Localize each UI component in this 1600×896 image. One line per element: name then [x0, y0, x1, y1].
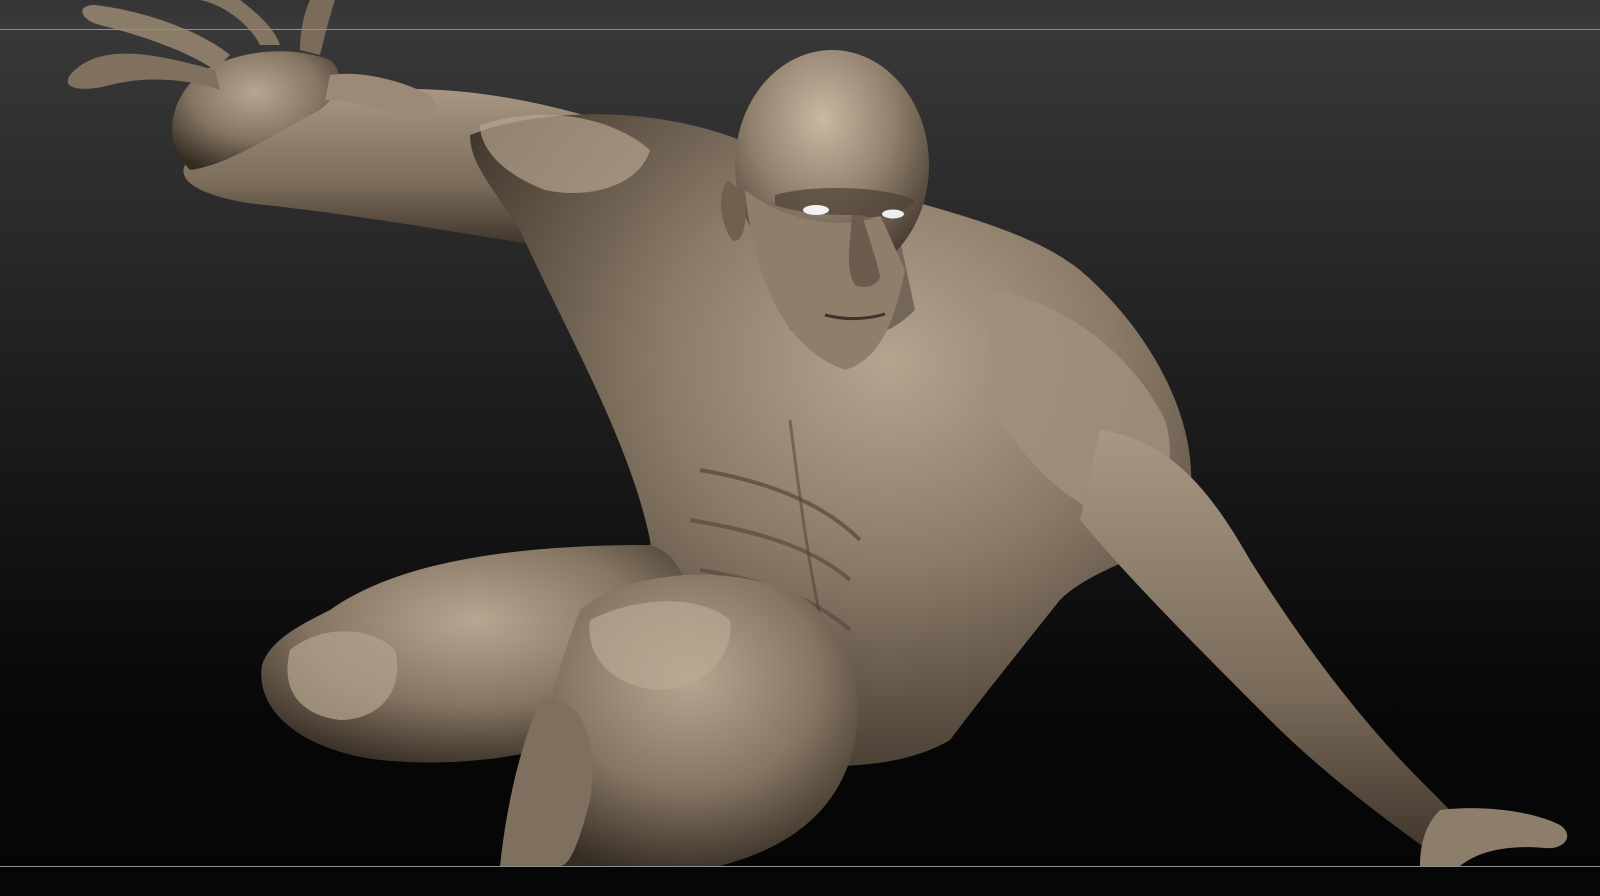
sculpt-viewport[interactable] — [0, 0, 1600, 896]
right-arm — [1080, 430, 1568, 866]
frame-line-bottom — [0, 866, 1600, 867]
frame-line-top — [0, 29, 1600, 30]
right-eye — [882, 209, 904, 219]
sculpted-figure-model[interactable] — [0, 0, 1600, 896]
legs — [261, 545, 858, 866]
left-eye — [803, 205, 829, 215]
